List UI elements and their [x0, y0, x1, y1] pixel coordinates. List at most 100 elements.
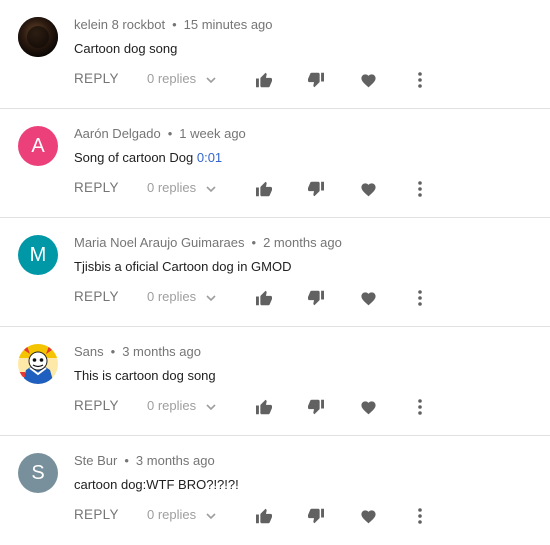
comment-time[interactable]: 15 minutes ago [184, 17, 273, 32]
heart-icon [360, 401, 376, 415]
chevron-down-icon [206, 507, 216, 522]
comment-time[interactable]: 1 week ago [179, 126, 246, 141]
thumbs-up-icon [256, 72, 272, 88]
avatar[interactable] [18, 344, 58, 384]
dislike-button[interactable] [306, 70, 326, 90]
more-options-button[interactable] [410, 70, 430, 90]
comment-item: M Maria Noel Araujo Guimaraes • 2 months a… [0, 218, 550, 327]
like-button[interactable] [254, 288, 274, 308]
comment-time[interactable]: 3 months ago [122, 344, 201, 359]
comment-actions: REPLY 0 replies [74, 180, 534, 198]
comment-actions: REPLY 0 replies [74, 71, 534, 89]
more-vert-icon [418, 399, 422, 415]
comment-meta: Sans • 3 months ago [74, 344, 201, 359]
dislike-button[interactable] [306, 506, 326, 526]
reply-button[interactable]: REPLY [74, 71, 119, 86]
heart-button[interactable] [358, 179, 378, 199]
chevron-down-icon [206, 398, 216, 413]
avatar[interactable]: M [18, 235, 58, 275]
dislike-button[interactable] [306, 179, 326, 199]
avatar[interactable]: S [18, 453, 58, 493]
author-name[interactable]: Sans [74, 344, 104, 359]
author-name[interactable]: Maria Noel Araujo Guimaraes [74, 235, 245, 250]
like-button[interactable] [254, 506, 274, 526]
dislike-button[interactable] [306, 397, 326, 417]
meta-separator: • [172, 17, 177, 32]
like-button[interactable] [254, 70, 274, 90]
more-options-button[interactable] [410, 506, 430, 526]
comment-meta: kelein 8 rockbot • 15 minutes ago [74, 17, 273, 32]
comment-text: cartoon dog:WTF BRO?!?!?! [74, 477, 239, 492]
author-name[interactable]: Ste Bur [74, 453, 117, 468]
comment-meta: Ste Bur • 3 months ago [74, 453, 215, 468]
cartoon-character-avatar-icon [18, 344, 58, 384]
more-vert-icon [418, 508, 422, 524]
author-name[interactable]: Aarón Delgado [74, 126, 161, 141]
meta-separator: • [110, 344, 116, 359]
thumbs-down-icon [308, 290, 324, 306]
replies-count: 0 replies [147, 507, 197, 522]
more-vert-icon [418, 181, 422, 197]
comment-time[interactable]: 2 months ago [263, 235, 342, 250]
replies-toggle[interactable]: 0 replies [147, 507, 216, 522]
replies-toggle[interactable]: 0 replies [147, 398, 216, 413]
chevron-down-icon [206, 180, 216, 195]
comment-meta: Aarón Delgado • 1 week ago [74, 126, 246, 141]
more-options-button[interactable] [410, 179, 430, 199]
comment-actions: REPLY 0 replies [74, 289, 534, 307]
comment-body: cartoon dog:WTF BRO?!?!?! [74, 477, 239, 492]
dislike-button[interactable] [306, 288, 326, 308]
comment-actions: REPLY 0 replies [74, 398, 534, 416]
reply-button[interactable]: REPLY [74, 398, 119, 413]
replies-toggle[interactable]: 0 replies [147, 180, 216, 195]
comment-text: This is cartoon dog song [74, 368, 216, 383]
thumbs-up-icon [256, 181, 272, 197]
reply-button[interactable]: REPLY [74, 507, 119, 522]
heart-icon [360, 74, 376, 88]
chevron-down-icon [206, 289, 216, 304]
replies-count: 0 replies [147, 398, 197, 413]
comment-meta: Maria Noel Araujo Guimaraes • 2 months ago [74, 235, 342, 250]
avatar-letter: M [29, 243, 47, 266]
heart-button[interactable] [358, 288, 378, 308]
more-options-button[interactable] [410, 288, 430, 308]
comment-body: Cartoon dog song [74, 41, 178, 56]
reply-button[interactable]: REPLY [74, 289, 119, 304]
avatar[interactable] [18, 17, 58, 57]
avatar-letter: S [31, 461, 45, 484]
chevron-down-icon [206, 71, 216, 86]
heart-button[interactable] [358, 506, 378, 526]
comment-time[interactable]: 3 months ago [136, 453, 215, 468]
comment-item: S Ste Bur • 3 months ago cartoon dog:WTF B… [0, 436, 550, 545]
thumbs-down-icon [308, 72, 324, 88]
reply-button[interactable]: REPLY [74, 180, 119, 195]
comment-body: Tjisbis a oficial Cartoon dog in GMOD [74, 259, 292, 274]
comment-body: Song of cartoon Dog [74, 150, 197, 165]
thumbs-up-icon [256, 399, 272, 415]
comment-text: Song of cartoon Dog 0:01 [74, 150, 222, 165]
comment-text: Tjisbis a oficial Cartoon dog in GMOD [74, 259, 291, 274]
more-options-button[interactable] [410, 397, 430, 417]
like-button[interactable] [254, 179, 274, 199]
author-name[interactable]: kelein 8 rockbot [74, 17, 165, 32]
thumbs-down-icon [308, 399, 324, 415]
comment-actions: REPLY 0 replies [74, 507, 534, 525]
thumbs-up-icon [256, 508, 272, 524]
avatar[interactable]: A [18, 126, 58, 166]
heart-icon [360, 292, 376, 306]
replies-count: 0 replies [147, 289, 197, 304]
replies-toggle[interactable]: 0 replies [147, 71, 216, 86]
thumbs-up-icon [256, 290, 272, 306]
timestamp-link[interactable]: 0:01 [197, 150, 222, 165]
thumbs-down-icon [308, 508, 324, 524]
heart-button[interactable] [358, 397, 378, 417]
more-vert-icon [418, 72, 422, 88]
replies-count: 0 replies [147, 71, 197, 86]
replies-count: 0 replies [147, 180, 197, 195]
comment-item: A Aarón Delgado • 1 week ago Song of carto… [0, 109, 550, 218]
like-button[interactable] [254, 397, 274, 417]
heart-button[interactable] [358, 70, 378, 90]
replies-toggle[interactable]: 0 replies [147, 289, 216, 304]
comment-body: This is cartoon dog song [74, 368, 216, 383]
comment-item: kelein 8 rockbot • 15 minutes ago Cartoon … [0, 0, 550, 109]
